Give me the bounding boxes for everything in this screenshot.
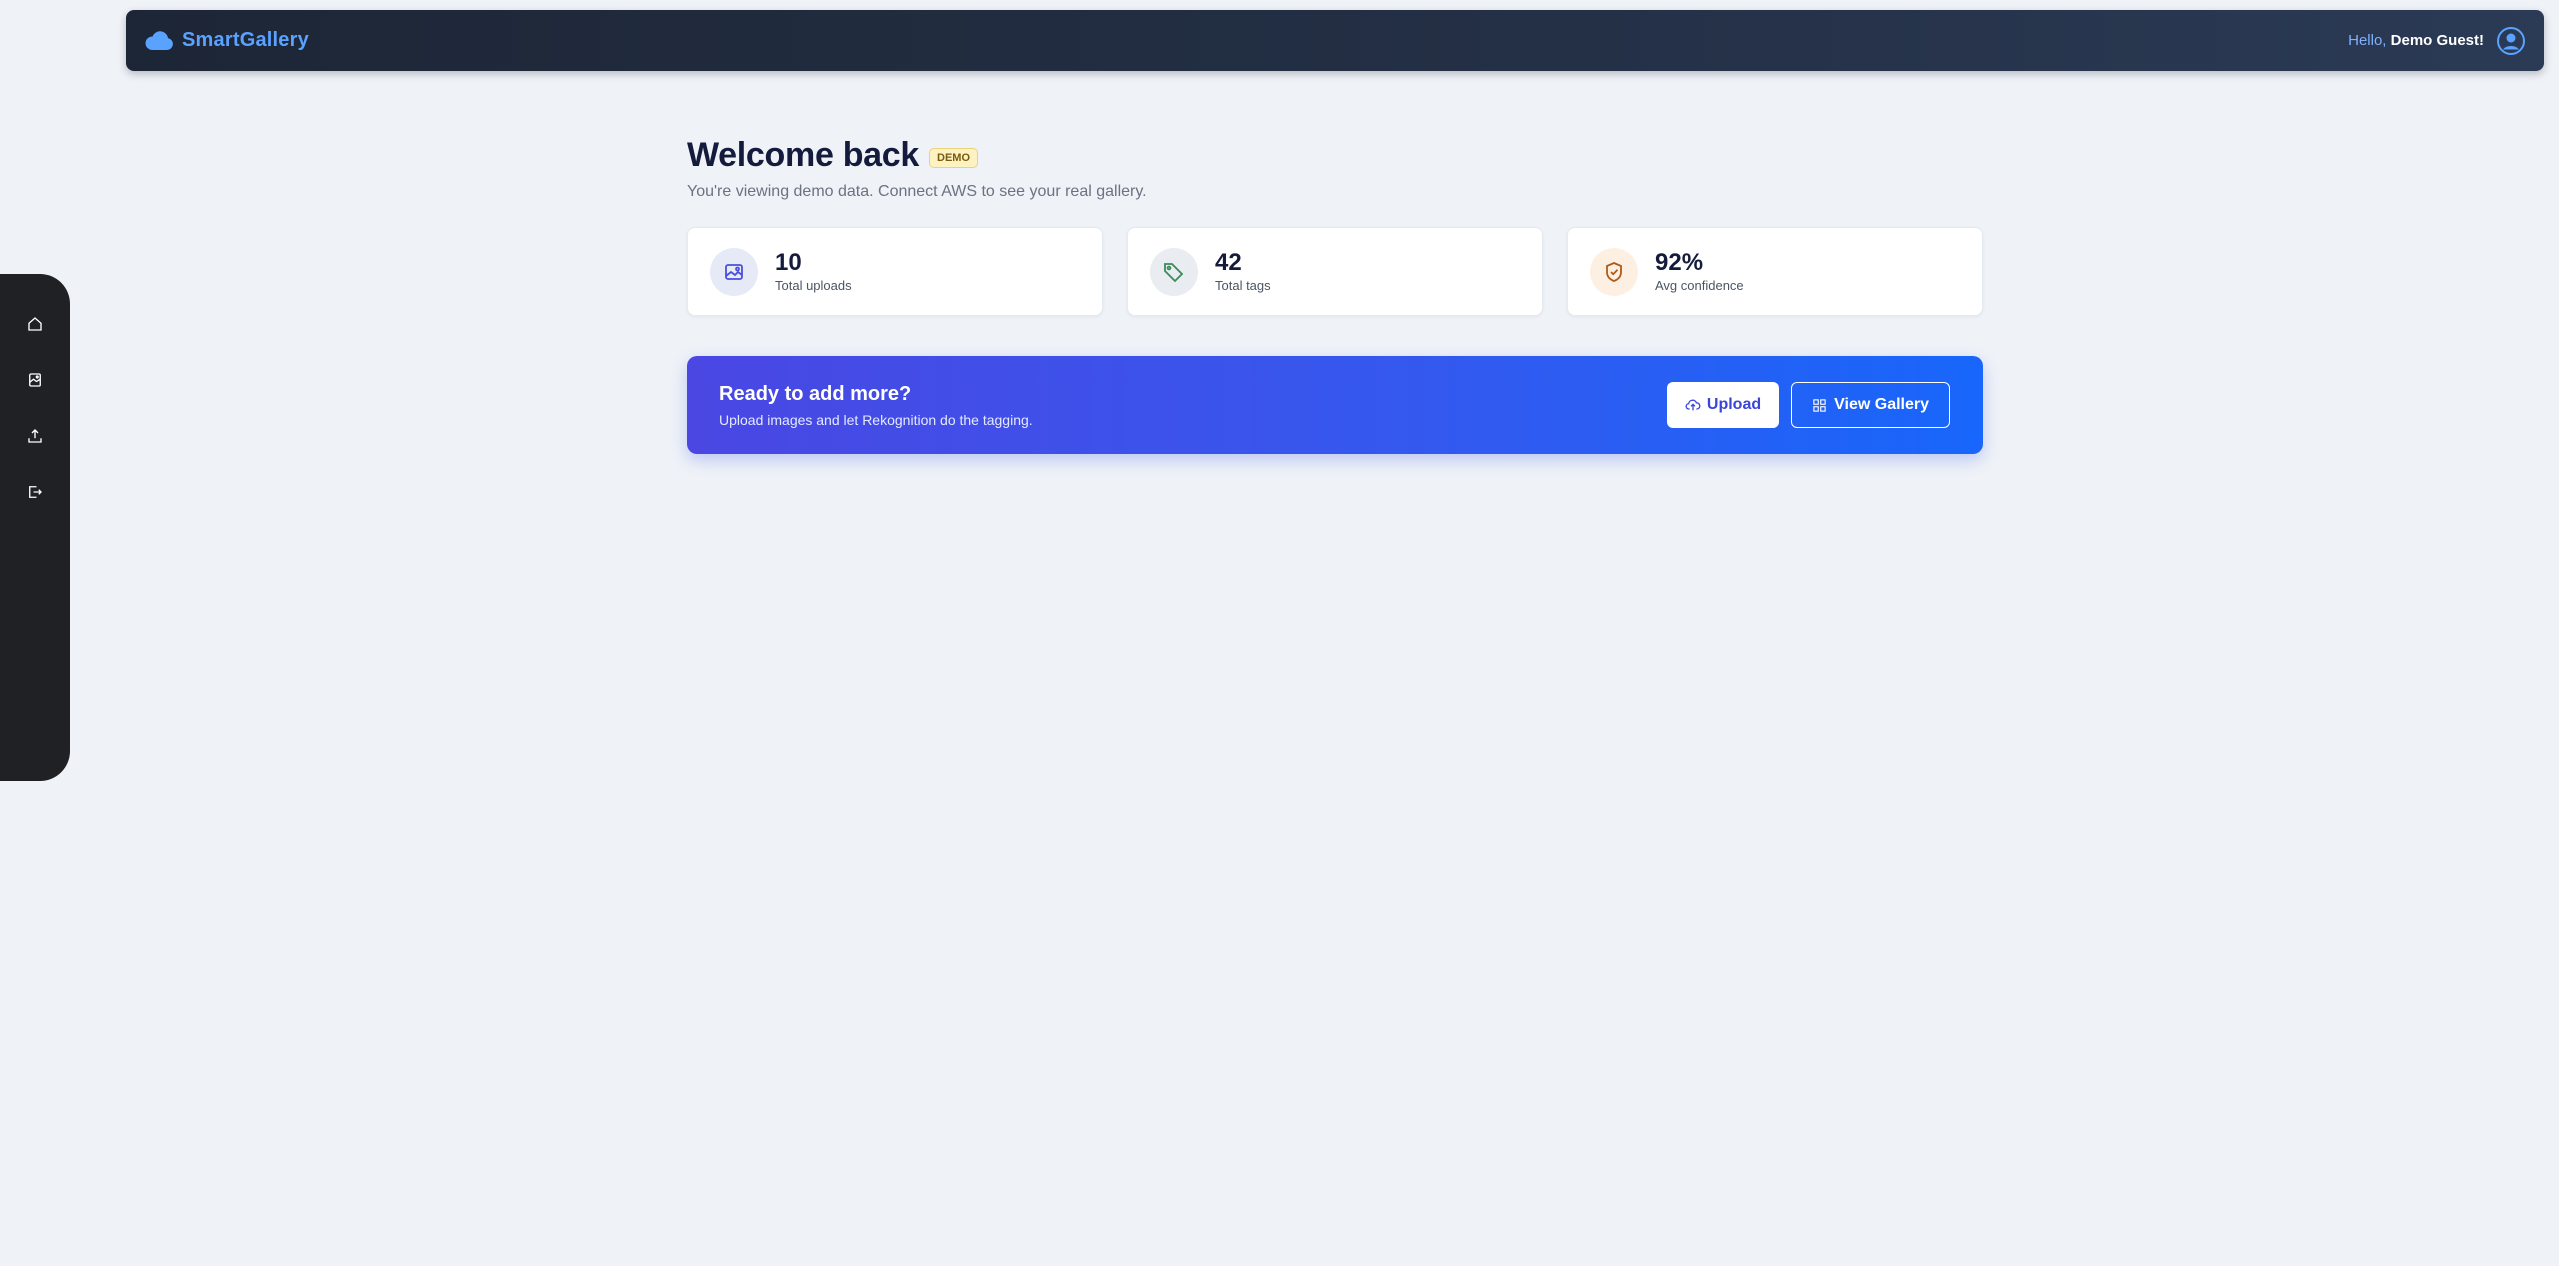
stat-card-uploads: 10 Total uploads — [687, 227, 1103, 316]
image-icon — [725, 263, 743, 280]
stat-text: 42 Total tags — [1215, 249, 1271, 294]
shield-check-icon — [1606, 261, 1622, 282]
cta-banner: Ready to add more? Upload images and let… — [687, 356, 1983, 454]
greeting-prefix: Hello, — [2348, 32, 2391, 49]
upload-button[interactable]: Upload — [1666, 382, 1780, 428]
stat-text: 10 Total uploads — [775, 249, 852, 294]
user-greeting: Hello, Demo Guest! — [2348, 26, 2526, 56]
grid-icon — [1813, 398, 1826, 412]
image-icon — [29, 373, 41, 387]
side-rail — [0, 274, 70, 781]
cta-text: Ready to add more? Upload images and let… — [719, 383, 1033, 428]
stat-text: 92% Avg confidence — [1655, 249, 1744, 294]
brand-name: SmartGallery — [182, 29, 309, 51]
page-subtitle: You're viewing demo data. Connect AWS to… — [687, 183, 1147, 200]
stat-label: Avg confidence — [1655, 278, 1744, 293]
view-gallery-button[interactable]: View Gallery — [1791, 382, 1950, 428]
main-content: Welcome back DEMO You're viewing demo da… — [687, 136, 1983, 454]
brand-logo[interactable]: SmartGallery — [144, 29, 309, 52]
cta-subtitle: Upload images and let Rekognition do the… — [719, 411, 1033, 428]
stat-icon-wrap — [1590, 247, 1638, 296]
demo-badge: DEMO — [929, 147, 978, 168]
user-name: Demo Guest — [2390, 32, 2479, 49]
stat-icon-wrap — [1150, 247, 1198, 296]
cta-title: Ready to add more? — [719, 382, 912, 405]
home-icon — [28, 317, 42, 331]
tag-icon — [1164, 262, 1184, 282]
stat-label: Total uploads — [775, 278, 852, 293]
title-row: Welcome back DEMO — [687, 136, 1983, 175]
page-title: Welcome back — [687, 136, 919, 174]
upload-icon — [28, 429, 42, 443]
stat-icon-wrap — [710, 247, 758, 296]
greeting-text: Hello, Demo Guest! — [2348, 32, 2484, 49]
sidebar-item-upload[interactable] — [0, 408, 70, 464]
stat-card-tags: 42 Total tags — [1127, 227, 1543, 316]
cta-actions: Upload View Gallery — [1666, 382, 1950, 428]
sidebar-item-logout[interactable] — [0, 464, 70, 520]
stat-value: 42 — [1215, 249, 1242, 276]
stat-card-confidence: 92% Avg confidence — [1567, 227, 1983, 316]
sidebar-item-gallery[interactable] — [0, 352, 70, 408]
cloud-upload-icon — [1685, 399, 1701, 411]
top-navbar: SmartGallery Hello, Demo Guest! — [126, 10, 2544, 71]
upload-button-label: Upload — [1706, 396, 1762, 413]
stat-label: Total tags — [1215, 278, 1271, 293]
stat-value: 10 — [775, 249, 802, 276]
greeting-suffix: ! — [2479, 32, 2484, 49]
view-gallery-button-label: View Gallery — [1834, 396, 1929, 413]
stats-row: 10 Total uploads 42 Total tags 92% Avg c… — [687, 227, 1983, 316]
cloud-icon — [145, 30, 173, 50]
stat-value: 92% — [1655, 249, 1704, 276]
logout-icon — [29, 486, 42, 498]
user-circle-icon[interactable] — [2496, 26, 2526, 56]
sidebar-item-home[interactable] — [0, 296, 70, 352]
